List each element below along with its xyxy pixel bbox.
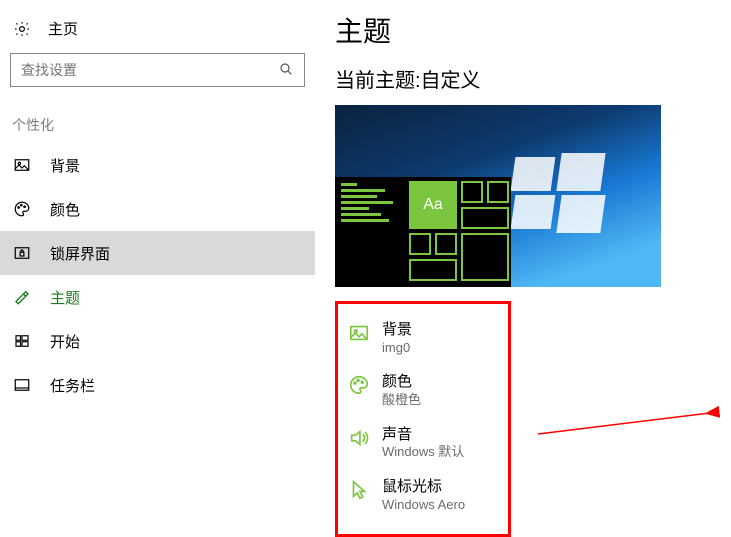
lockscreen-icon xyxy=(12,243,32,263)
search-icon xyxy=(278,61,294,80)
start-icon xyxy=(12,331,32,351)
theme-option-background[interactable]: 背景 img0 xyxy=(348,312,498,364)
sidebar-item-label: 开始 xyxy=(50,331,80,352)
home-button[interactable]: 主页 xyxy=(0,18,315,53)
theme-option-cursor[interactable]: 鼠标光标 Windows Aero xyxy=(348,469,498,521)
windows-logo-icon xyxy=(513,153,603,231)
sidebar-item-label: 主题 xyxy=(50,287,80,308)
page-title: 主题 xyxy=(335,10,731,64)
sidebar-item-taskbar[interactable]: 任务栏 xyxy=(0,363,315,407)
theme-option-color[interactable]: 颜色 酸橙色 xyxy=(348,364,498,416)
theme-options-box: 背景 img0 颜色 酸橙色 xyxy=(335,301,511,537)
palette-icon xyxy=(12,199,32,219)
category-label: 个性化 xyxy=(0,87,315,143)
sidebar-item-label: 背景 xyxy=(50,155,80,176)
option-title: 鼠标光标 xyxy=(382,477,465,497)
search-box[interactable] xyxy=(10,53,305,87)
option-subtitle: Windows Aero xyxy=(382,497,465,514)
sidebar-item-lockscreen[interactable]: 锁屏界面 xyxy=(0,231,315,275)
option-subtitle: Windows 默认 xyxy=(382,444,464,461)
sidebar-item-colors[interactable]: 颜色 xyxy=(0,187,315,231)
cursor-icon xyxy=(348,479,370,501)
preview-tile-text: Aa xyxy=(409,181,457,229)
palette-icon xyxy=(348,374,370,396)
sidebar-item-label: 锁屏界面 xyxy=(50,243,110,264)
sound-icon xyxy=(348,427,370,449)
image-icon xyxy=(348,322,370,344)
sidebar: 主页 个性化 背景 xyxy=(0,0,315,531)
current-theme-label: 当前主题:自定义 xyxy=(335,64,731,105)
sidebar-item-themes[interactable]: 主题 xyxy=(0,275,315,319)
option-title: 声音 xyxy=(382,425,464,445)
option-title: 颜色 xyxy=(382,372,421,392)
gear-icon xyxy=(12,19,32,39)
option-title: 背景 xyxy=(382,320,412,340)
sidebar-item-background[interactable]: 背景 xyxy=(0,143,315,187)
sidebar-item-label: 颜色 xyxy=(50,199,80,220)
theme-preview[interactable]: Aa xyxy=(335,105,661,287)
preview-tiles: Aa xyxy=(405,177,511,287)
option-subtitle: 酸橙色 xyxy=(382,392,421,409)
sidebar-item-label: 任务栏 xyxy=(50,375,95,396)
sidebar-item-start[interactable]: 开始 xyxy=(0,319,315,363)
search-input[interactable] xyxy=(21,62,278,78)
theme-icon xyxy=(12,287,32,307)
taskbar-icon xyxy=(12,375,32,395)
home-label: 主页 xyxy=(48,18,78,39)
image-icon xyxy=(12,155,32,175)
option-subtitle: img0 xyxy=(382,340,412,357)
main-content: 主题 当前主题:自定义 Aa xyxy=(315,0,731,531)
preview-start-panel xyxy=(335,177,405,287)
theme-option-sound[interactable]: 声音 Windows 默认 xyxy=(348,417,498,469)
